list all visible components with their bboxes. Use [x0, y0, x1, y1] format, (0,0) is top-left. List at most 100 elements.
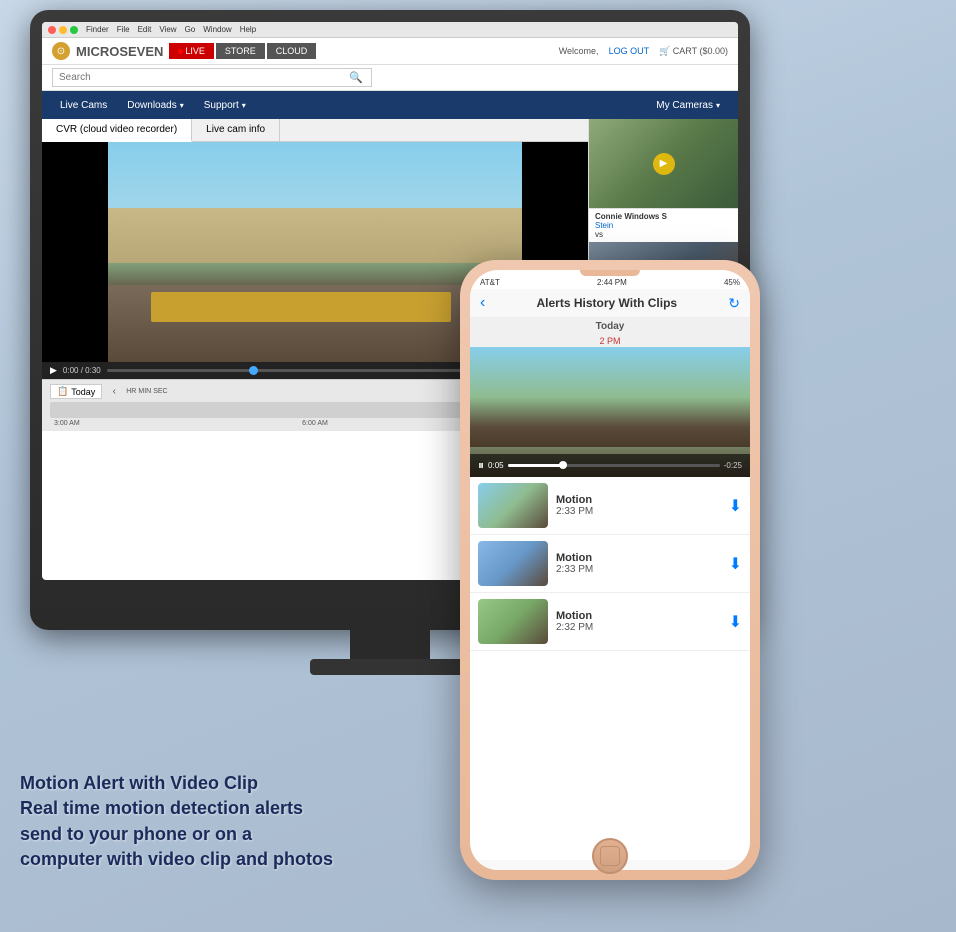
live-button[interactable]: LIVE — [169, 43, 214, 59]
navbar: Live Cams Downloads ▾ Support ▾ My Camer… — [42, 91, 738, 119]
download-icon-2[interactable]: ⬇ — [729, 612, 742, 632]
timeline-arrow-left[interactable]: ‹ — [108, 386, 120, 398]
menu-go: Go — [185, 25, 196, 34]
nav-support[interactable]: Support ▾ — [194, 91, 256, 119]
monitor-base — [310, 659, 470, 675]
phone-time: 2:44 PM — [597, 278, 627, 287]
logo-icon: ⊙ — [52, 42, 70, 60]
cam-thumb-1[interactable]: ▶ — [589, 119, 738, 209]
phone-battery: 45% — [724, 278, 740, 287]
nav-downloads[interactable]: Downloads ▾ — [117, 91, 194, 119]
search-bar: 🔍 — [42, 65, 738, 91]
welcome-text: Welcome, — [559, 46, 599, 56]
cam-name-1: Connie Windows S — [595, 212, 732, 221]
progress-dot — [249, 366, 258, 375]
phone-title: Alerts History With Clips — [491, 296, 722, 310]
logout-button[interactable]: LOG OUT — [609, 46, 650, 56]
play-overlay-1[interactable]: ▶ — [653, 153, 675, 175]
search-icon: 🔍 — [349, 71, 363, 84]
tab-cvr[interactable]: CVR (cloud video recorder) — [42, 119, 192, 142]
cam-info-1: Connie Windows S Stein vs — [589, 209, 738, 242]
window-controls — [48, 26, 78, 34]
nav-my-cameras[interactable]: My Cameras ▾ — [646, 91, 730, 119]
phone-current-time: 0:05 — [488, 461, 504, 470]
today-label: 📋 Today — [50, 384, 102, 399]
site-header: ⊙ MICROSEVEN LIVE STORE CLOUD Welcome, L… — [42, 38, 738, 65]
hr-min-sec: HR MIN SEC — [126, 388, 167, 395]
phone-seek-bar[interactable] — [508, 464, 720, 467]
phone-status-bar: AT&T 2:44 PM 45% — [470, 276, 750, 289]
search-input[interactable] — [59, 72, 349, 83]
alert-thumb-1 — [478, 541, 548, 586]
alert-type-0: Motion — [556, 494, 721, 506]
phone: AT&T 2:44 PM 45% ‹ Alerts History With C… — [460, 260, 760, 880]
menu-window: Window — [203, 25, 231, 34]
home-button-icon — [600, 846, 620, 866]
nav-buttons: LIVE STORE CLOUD — [169, 43, 316, 59]
phone-back-button[interactable]: ‹ — [480, 294, 485, 312]
logo-area: ⊙ MICROSEVEN LIVE STORE CLOUD — [52, 42, 316, 60]
alert-info-2: Motion 2:32 PM — [556, 610, 721, 633]
video-time: 0:00 / 0:30 — [63, 366, 101, 375]
phone-play-pause[interactable]: ⏸ — [478, 458, 484, 473]
phone-screen: AT&T 2:44 PM 45% ‹ Alerts History With C… — [470, 270, 750, 870]
cart-button[interactable]: 🛒 CART ($0.00) — [659, 46, 728, 57]
menu-file: File — [117, 25, 130, 34]
tab-live-cam-info[interactable]: Live cam info — [192, 119, 280, 141]
alert-item-2[interactable]: Motion 2:32 PM ⬇ — [470, 593, 750, 651]
alert-thumb-img-1 — [478, 541, 548, 586]
search-input-wrap: 🔍 — [52, 68, 372, 87]
alert-item-0[interactable]: Motion 2:33 PM ⬇ — [470, 477, 750, 535]
nav-live-cams[interactable]: Live Cams — [50, 91, 117, 119]
alert-time-2: 2:32 PM — [556, 622, 721, 633]
desc-line1: Motion Alert with Video Clip — [20, 771, 333, 796]
alert-type-2: Motion — [556, 610, 721, 622]
play-button[interactable]: ▶ — [50, 365, 57, 376]
phone-seek-fill — [508, 464, 561, 467]
minimize-button[interactable] — [59, 26, 67, 34]
download-icon-0[interactable]: ⬇ — [729, 496, 742, 516]
macos-menubar: Finder File Edit View Go Window Help — [42, 22, 738, 38]
alert-info-0: Motion 2:33 PM — [556, 494, 721, 517]
phone-time-label: 2 PM — [470, 335, 750, 347]
live-dot — [178, 49, 183, 54]
phone-date-header: Today — [470, 318, 750, 335]
maximize-button[interactable] — [70, 26, 78, 34]
alert-thumb-0 — [478, 483, 548, 528]
cam-sub-1b: vs — [595, 230, 732, 239]
desc-line4: computer with video clip and photos — [20, 847, 333, 872]
video-overlay-left — [42, 142, 108, 362]
phone-duration: -0:25 — [724, 461, 742, 470]
alert-time-1: 2:33 PM — [556, 564, 721, 575]
tabs-row: CVR (cloud video recorder) Live cam info — [42, 119, 588, 142]
cloud-button[interactable]: CLOUD — [267, 43, 317, 59]
alert-time-0: 2:33 PM — [556, 506, 721, 517]
alert-thumb-img-2 — [478, 599, 548, 644]
phone-video-controls: ⏸ 0:05 -0:25 — [470, 454, 750, 477]
desc-line3: send to your phone or on a — [20, 822, 333, 847]
alert-item-1[interactable]: Motion 2:33 PM ⬇ — [470, 535, 750, 593]
alert-type-1: Motion — [556, 552, 721, 564]
alert-info-1: Motion 2:33 PM — [556, 552, 721, 575]
menu-edit: Edit — [138, 25, 152, 34]
close-button[interactable] — [48, 26, 56, 34]
logo-text: MICROSEVEN — [76, 44, 163, 59]
phone-carrier: AT&T — [480, 278, 500, 287]
home-button[interactable] — [592, 838, 628, 874]
description-text: Motion Alert with Video Clip Real time m… — [20, 771, 333, 872]
phone-video-scene — [470, 347, 750, 447]
alert-thumb-2 — [478, 599, 548, 644]
store-button[interactable]: STORE — [216, 43, 265, 59]
header-right: Welcome, LOG OUT 🛒 CART ($0.00) — [559, 46, 728, 57]
phone-seek-dot — [559, 461, 567, 469]
cam-link-1a[interactable]: Stein — [595, 221, 732, 230]
menu-help: Help — [240, 25, 256, 34]
monitor-stand — [350, 630, 430, 660]
phone-refresh-button[interactable]: ↻ — [728, 295, 740, 312]
menu-finder: Finder — [86, 25, 109, 34]
scene-buildings — [108, 208, 523, 263]
desc-line2: Real time motion detection alerts — [20, 796, 333, 821]
menu-view: View — [159, 25, 176, 34]
download-icon-1[interactable]: ⬇ — [729, 554, 742, 574]
alert-list: Motion 2:33 PM ⬇ Motion 2:33 PM ⬇ — [470, 477, 750, 860]
